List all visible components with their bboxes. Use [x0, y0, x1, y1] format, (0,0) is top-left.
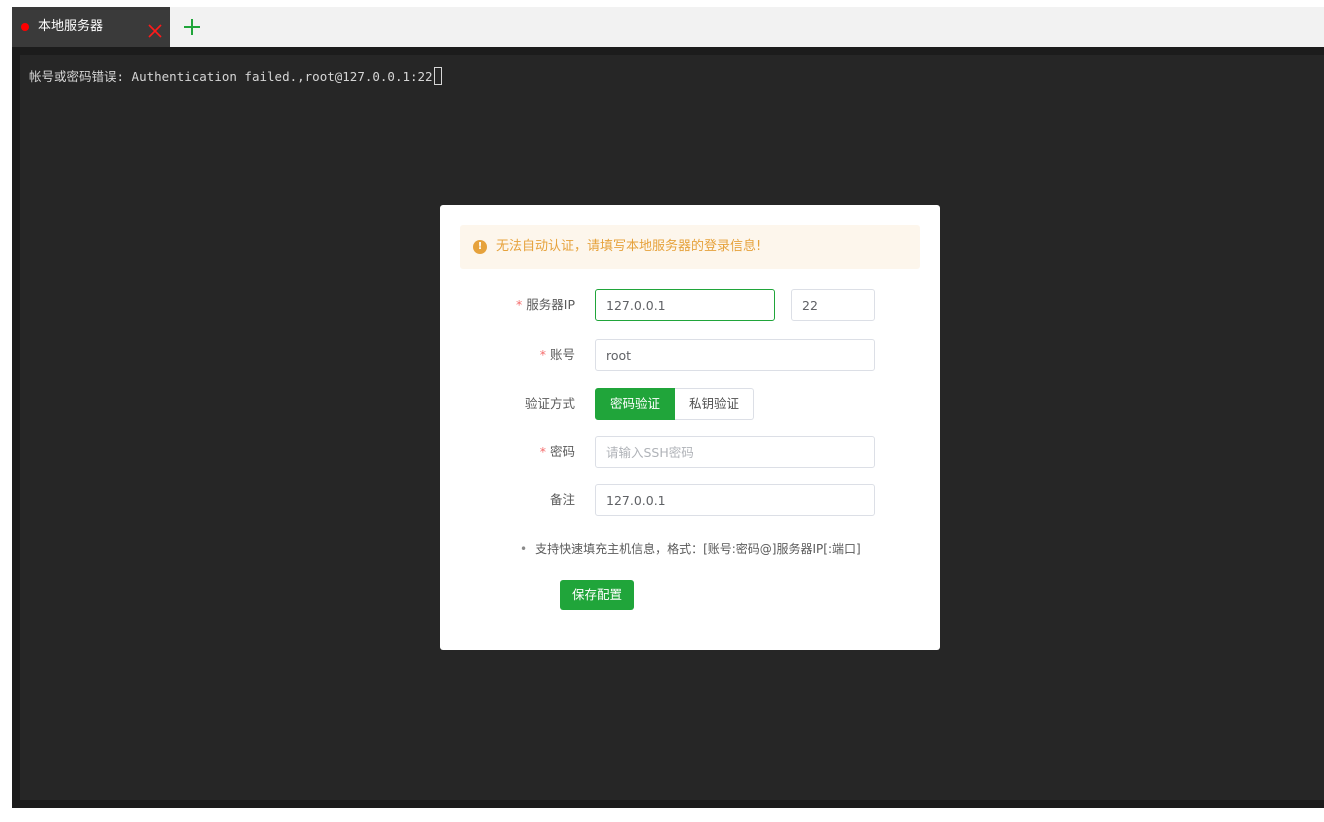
account-input[interactable]: [595, 339, 875, 371]
alert-text: 无法自动认证，请填写本地服务器的登录信息!: [496, 239, 762, 254]
terminal-cursor: [433, 67, 442, 85]
tab-label: 本地服务器: [38, 19, 104, 34]
remark-label: 备注: [549, 492, 575, 507]
status-dot-icon: [21, 23, 29, 31]
remark-input[interactable]: [595, 484, 875, 516]
port-input[interactable]: [791, 289, 875, 321]
tab-local-server[interactable]: 本地服务器: [12, 7, 170, 47]
password-auth-button[interactable]: 密码验证: [595, 388, 675, 420]
format-hint: • 支持快速填充主机信息，格式：[账号:密码@]服务器IP[:端口]: [520, 542, 861, 556]
exclamation-icon: !: [473, 240, 487, 254]
add-tab-icon[interactable]: [182, 17, 202, 37]
password-input[interactable]: [595, 436, 875, 468]
terminal-output-text: 帐号或密码错误: Authentication failed.,root@127…: [29, 69, 433, 84]
password-label: * 密码: [539, 444, 575, 459]
account-label: * 账号: [539, 347, 575, 362]
terminal-output: 帐号或密码错误: Authentication failed.,root@127…: [29, 66, 442, 85]
server-ip-input[interactable]: [595, 289, 775, 321]
key-auth-button[interactable]: 私钥验证: [675, 388, 754, 420]
auth-method-label: 验证方式: [524, 396, 575, 411]
save-config-button[interactable]: 保存配置: [560, 580, 634, 610]
server-ip-label: * 服务器IP: [516, 297, 575, 312]
close-icon[interactable]: [146, 17, 164, 38]
login-dialog: ! 无法自动认证，请填写本地服务器的登录信息! *服务器IP *账号 验证方式 …: [440, 205, 940, 650]
warning-alert: ! 无法自动认证，请填写本地服务器的登录信息!: [460, 225, 920, 269]
tab-bar: 本地服务器: [12, 7, 1324, 47]
